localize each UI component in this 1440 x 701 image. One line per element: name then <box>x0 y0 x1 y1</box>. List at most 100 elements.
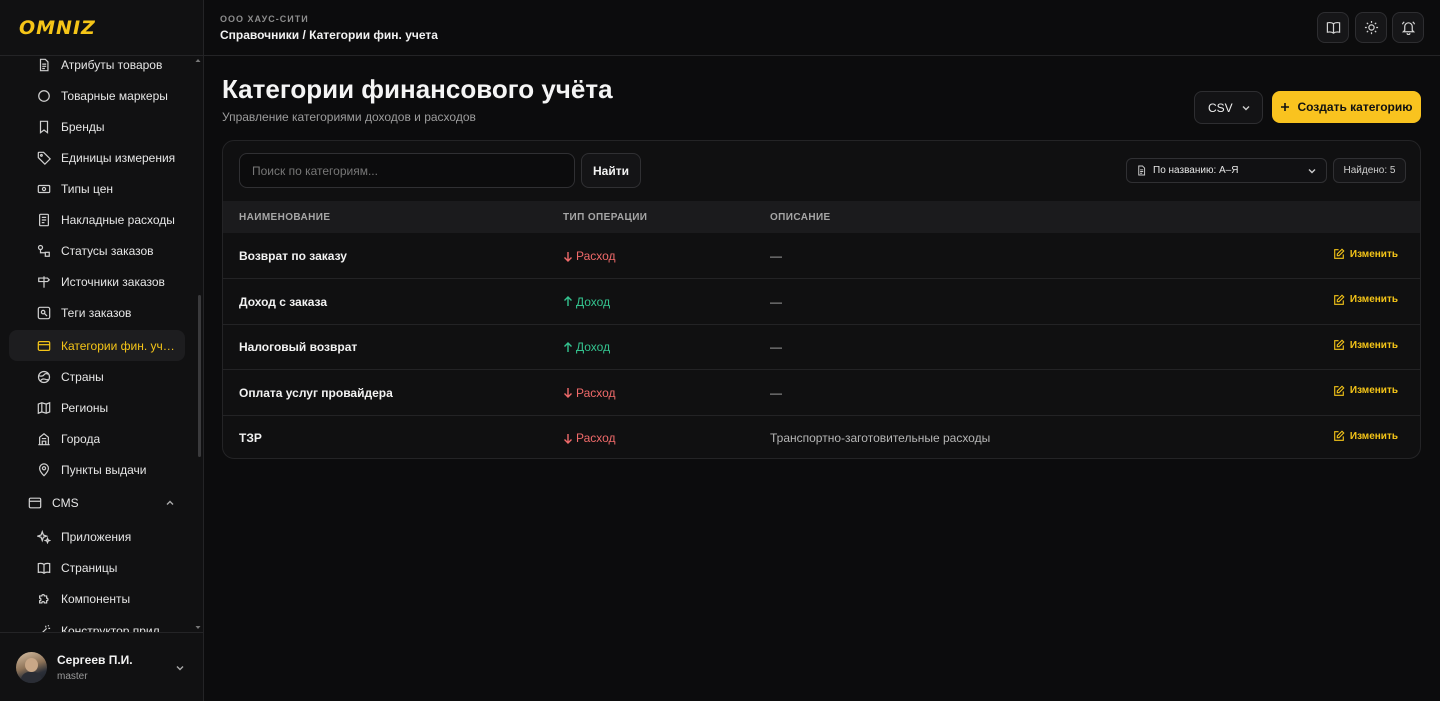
sidebar-nav: Атрибуты товаров Товарные маркеры Бренды… <box>0 56 203 632</box>
edit-label: Изменить <box>1349 294 1398 305</box>
wand-icon <box>41 624 51 632</box>
table-row: ТЗР Расход Транспортно-заготовительные рас… <box>223 415 1420 458</box>
arrow-up-icon <box>564 341 572 352</box>
category-name: Налоговый возврат <box>239 340 358 354</box>
edit-label: Изменить <box>1349 385 1398 396</box>
operation-type: Доход <box>563 295 610 309</box>
banknote-icon <box>37 184 51 193</box>
omniz-logo[interactable]: OMNIZ <box>19 17 96 39</box>
sidebar-item-label: Страницы <box>61 560 118 575</box>
sidebar-item-product-attributes[interactable]: Атрибуты товаров <box>9 56 185 80</box>
sidebar-item-order-statuses[interactable]: Статусы заказов <box>9 235 185 266</box>
table-header: НАИМЕНОВАНИЕ ТИП ОПЕРАЦИИ ОПИСАНИЕ <box>223 201 1420 233</box>
tag-icon <box>37 151 51 165</box>
sidebar-item-product-markers[interactable]: Товарные маркеры <box>9 80 185 111</box>
sidebar-item-fin-categories[interactable]: Категории фин. учета <box>9 330 185 361</box>
scroll-down-arrow-icon[interactable] <box>195 625 201 630</box>
edit-label: Изменить <box>1349 430 1398 442</box>
sidebar-item-regions[interactable]: Регионы <box>9 392 185 423</box>
column-header-type[interactable]: ТИП ОПЕРАЦИИ <box>563 212 647 223</box>
edit-button[interactable]: Изменить <box>1333 293 1398 306</box>
sidebar-scrollbar-thumb[interactable] <box>198 295 201 457</box>
operation-type: Доход <box>563 340 610 354</box>
table-row: Налоговый возврат Доход — Изменить <box>223 324 1420 370</box>
sidebar-item-label: Конструктор прил. <box>61 623 163 633</box>
sidebar-group-label: CMS <box>52 495 79 510</box>
topbar: ООО ХАУС-СИТИ Справочники / Категории фи… <box>204 0 1440 56</box>
sidebar-item-order-tags[interactable]: Теги заказов <box>9 297 185 328</box>
edit-button[interactable]: Изменить <box>1333 430 1398 442</box>
signpost-icon <box>38 275 51 288</box>
theme-toggle-button[interactable] <box>1355 12 1387 43</box>
sidebar-item-label: Теги заказов <box>61 305 132 320</box>
operation-type: Расход <box>563 386 616 400</box>
search-input[interactable] <box>239 153 575 188</box>
operation-type-label: Расход <box>576 431 616 445</box>
table-row: Оплата услуг провайдера Расход — Изменить <box>223 370 1420 416</box>
scroll-up-arrow-icon[interactable] <box>195 58 201 63</box>
sidebar-item-label: Приложения <box>61 529 132 544</box>
sparkles-icon <box>37 529 51 544</box>
breadcrumb[interactable]: Справочники / Категории фин. учета <box>220 28 438 42</box>
found-count-badge: Найдено: 5 <box>1333 158 1406 183</box>
map-icon <box>37 401 51 414</box>
page-title: Категории финансового учёта <box>222 74 613 104</box>
column-header-description[interactable]: ОПИСАНИЕ <box>770 212 831 223</box>
pin-icon <box>39 462 49 477</box>
csv-label: CSV <box>1208 100 1233 115</box>
sidebar-item-apps[interactable]: Приложения <box>9 521 185 552</box>
sidebar-item-label: Страны <box>61 369 104 384</box>
edit-button[interactable]: Изменить <box>1333 384 1398 397</box>
sidebar-item-overhead[interactable]: Накладные расходы <box>9 204 185 235</box>
category-description: — <box>770 249 782 263</box>
sidebar-item-label: Типы цен <box>61 181 114 196</box>
edit-button[interactable]: Изменить <box>1333 248 1398 260</box>
edit-button[interactable]: Изменить <box>1333 339 1398 351</box>
book-icon <box>37 562 51 574</box>
sidebar-item-label: Единицы измерения <box>61 150 176 165</box>
sidebar-item-label: Товарные маркеры <box>61 88 168 103</box>
sidebar-item-brands[interactable]: Бренды <box>9 111 185 142</box>
docs-button[interactable] <box>1317 12 1349 43</box>
sidebar-item-order-sources[interactable]: Источники заказов <box>9 266 185 297</box>
create-category-button[interactable]: Создать категорию <box>1272 91 1421 123</box>
notifications-button[interactable] <box>1392 12 1424 43</box>
sort-select[interactable]: По названию: А–Я <box>1126 158 1327 183</box>
edit-icon <box>1334 339 1345 350</box>
document-icon <box>1138 165 1146 176</box>
edit-icon <box>1334 293 1345 305</box>
operation-type-label: Доход <box>576 340 611 354</box>
sidebar-item-units[interactable]: Единицы измерения <box>9 142 185 173</box>
sidebar-item-price-types[interactable]: Типы цен <box>9 173 185 204</box>
globe-icon <box>37 370 51 383</box>
sidebar-group-cms[interactable]: CMS <box>9 487 185 518</box>
sidebar-item-countries[interactable]: Страны <box>9 361 185 392</box>
chevron-down-icon <box>176 666 184 671</box>
sidebar-item-label: Регионы <box>61 400 109 415</box>
status-icon <box>37 244 50 257</box>
categories-table-card: Найти По названию: А–Я Найдено: 5 НАИМЕН… <box>222 140 1421 459</box>
column-header-name[interactable]: НАИМЕНОВАНИЕ <box>239 212 330 223</box>
sidebar-item-pickup-points[interactable]: Пункты выдачи <box>9 454 185 485</box>
plus-icon <box>1281 103 1290 111</box>
organization-name: ООО ХАУС-СИТИ <box>220 14 309 24</box>
sidebar-item-label: Бренды <box>61 119 105 134</box>
arrow-down-icon <box>564 251 572 262</box>
bookmark-icon <box>39 120 49 134</box>
sidebar-item-label: Статусы заказов <box>61 243 154 258</box>
sidebar-item-label: Источники заказов <box>61 274 165 289</box>
table-row: Доход с заказа Доход — Изменить <box>223 279 1420 325</box>
create-category-label: Создать категорию <box>1297 100 1413 114</box>
user-menu[interactable]: Сергеев П.И. master <box>0 632 203 701</box>
sidebar-item-components[interactable]: Компоненты <box>9 583 185 614</box>
circle-icon <box>38 89 50 102</box>
sidebar-item-cities[interactable]: Города <box>9 423 185 454</box>
bell-icon <box>1401 21 1415 35</box>
find-button[interactable]: Найти <box>581 153 641 188</box>
chevron-down-icon <box>1308 168 1316 173</box>
sidebar-item-pages[interactable]: Страницы <box>9 552 185 583</box>
csv-export-dropdown[interactable]: CSV <box>1194 91 1263 124</box>
table-row: Возврат по заказу Расход — Изменить <box>223 233 1420 279</box>
sidebar-item-app-builder[interactable]: Конструктор прил. <box>9 615 185 632</box>
sidebar-item-label: Атрибуты товаров <box>61 57 163 72</box>
